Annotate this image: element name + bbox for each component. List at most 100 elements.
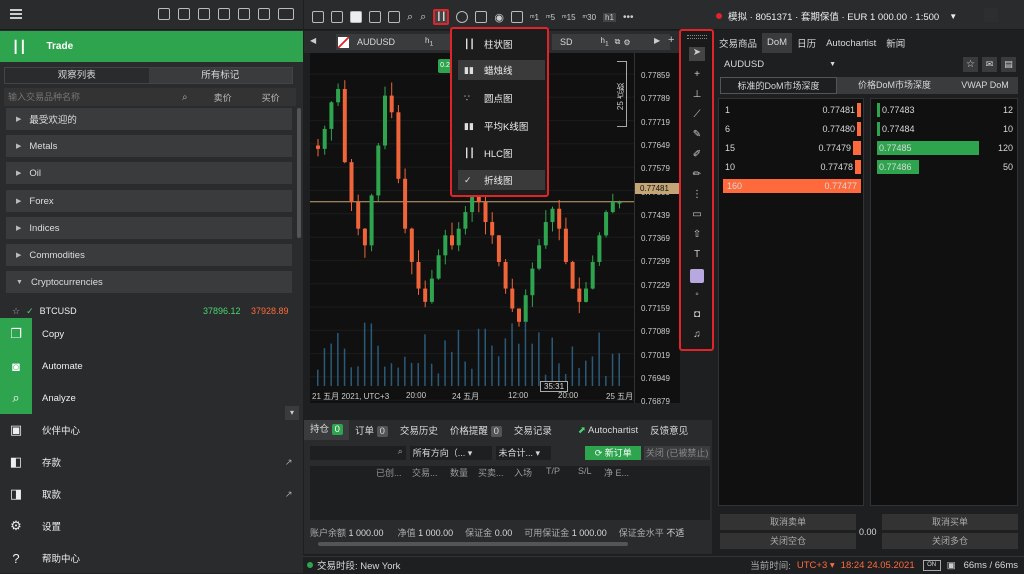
sell-row[interactable]: 1 0.77481 [725, 103, 861, 117]
trade-nav-item[interactable]: ┃┃ Trade [0, 31, 303, 62]
column-header[interactable]: 数量 [450, 466, 478, 480]
menu-item-candlestick[interactable]: ▮▮ 蜡烛线 [458, 60, 545, 80]
menu-item-bar[interactable]: ┃┃ 柱状图 [458, 34, 545, 54]
timeframe-m5[interactable]: ᵐ5 [546, 13, 555, 22]
multi-chart-icon[interactable] [369, 11, 381, 23]
nav-withdraw[interactable]: ◨ 取款 ↗ [0, 478, 303, 510]
toolbar-grip[interactable] [687, 35, 707, 39]
nav-help[interactable]: ? 帮助中心 [0, 542, 303, 574]
category-commodities[interactable]: ▶ Commodities [6, 244, 292, 266]
cancel-buy-button[interactable]: 取消买单 [882, 514, 1018, 530]
hamburger-menu-icon[interactable] [10, 9, 22, 19]
tab-history[interactable]: 交易历史 [394, 423, 444, 437]
tab-scroll-right-icon[interactable]: ▶ [654, 36, 660, 45]
tab-journal[interactable]: 交易记录 [508, 423, 558, 437]
close-short-button[interactable]: 关闭空仓 [720, 533, 856, 549]
nav-automate[interactable]: ◙ Automate [0, 350, 303, 382]
timeframe-m30[interactable]: ᵐ30 [583, 13, 597, 22]
symbol-row-btcusd[interactable]: ☆ ✓ BTCUSD 37896.12 37928.89 [0, 304, 303, 318]
category-crypto[interactable]: ▼ Cryptocurrencies [6, 271, 292, 293]
cursor-icon[interactable]: ➤ [689, 47, 705, 61]
category-forex[interactable]: ▶ Forex [6, 190, 292, 212]
zoom-in-icon[interactable]: ⌕ [407, 11, 413, 24]
tab-calendar[interactable]: 日历 [792, 36, 821, 50]
sell-row[interactable]: 15 0.77479 [725, 141, 861, 155]
autochartist-button[interactable]: ⬈ Autochartist [578, 425, 638, 436]
indicators-icon[interactable] [456, 11, 469, 23]
rectangle-icon[interactable]: ▭ [689, 209, 705, 223]
tab-price-dom[interactable]: 价格DoM市场深度 [837, 77, 952, 94]
sell-row[interactable]: 10 0.77478 [725, 160, 861, 174]
column-header[interactable]: 净 E... [604, 466, 644, 480]
alert-bell-icon[interactable]: ♫ [689, 329, 705, 343]
horizontal-scrollbar[interactable] [318, 542, 628, 546]
color-swatch[interactable] [690, 269, 704, 283]
text-icon[interactable]: T [689, 249, 705, 263]
tab-watchlist[interactable]: 观察列表 [5, 68, 149, 83]
camera-icon[interactable]: ◘ [689, 309, 705, 323]
grid-chart-icon[interactable] [388, 11, 400, 23]
column-header[interactable]: T/P [546, 466, 578, 480]
menu-item-dot[interactable]: ∵ 圆点图 [458, 88, 545, 108]
cancel-sell-button[interactable]: 取消卖单 [720, 514, 856, 530]
tab-all-symbols[interactable]: 所有标记 [148, 68, 292, 83]
close-all-button[interactable]: 关闭 (已被禁止) [644, 445, 710, 460]
tab-alerts[interactable]: 价格提醒 0 [444, 423, 508, 437]
favorite-star-icon[interactable]: ☆ [963, 57, 978, 72]
account-info[interactable]: 模拟 · 8051371 · 套期保值 · EUR 1 000.00 · 1:5… [716, 9, 957, 23]
category-indices[interactable]: ▶ Indices [6, 217, 292, 239]
new-order-button[interactable]: ⟳ 新订单 [585, 445, 642, 460]
chart-tab-audusd[interactable]: AUDUSD h1 [336, 34, 454, 50]
tab-autochartist[interactable]: Autochartist [821, 38, 881, 49]
chat-icon[interactable]: ▣ [947, 560, 956, 571]
mail-icon[interactable]: ✉ [982, 57, 997, 72]
measure-icon[interactable]: ⊥ [689, 89, 705, 103]
fibonacci-icon[interactable]: ⋮ [689, 189, 705, 203]
buy-row[interactable]: 0.77486 50 [877, 160, 1013, 174]
column-header[interactable]: 已创... [376, 466, 412, 480]
tab-scroll-left-icon[interactable]: ◀ [310, 36, 316, 45]
category-metals[interactable]: ▶ Metals [6, 135, 292, 157]
pencil-icon[interactable]: ✏ [689, 169, 705, 183]
toggle-switch[interactable]: ON [922, 559, 941, 571]
tab-vwap-dom[interactable]: VWAP DoM [952, 77, 1018, 94]
direction-select[interactable]: 所有方向（... ▾ [409, 445, 492, 460]
close-long-button[interactable]: 关闭多仓 [882, 533, 1018, 549]
tab-news[interactable]: 新闻 [881, 36, 910, 50]
screenshot-icon[interactable] [238, 8, 250, 20]
scrollbar[interactable] [297, 108, 301, 238]
sell-row-best[interactable]: 160 0.77477 [723, 179, 861, 193]
nav-partner[interactable]: ▣ 伙伴中心 [0, 414, 303, 446]
symbol-search-input[interactable] [4, 89, 184, 105]
pnl-select[interactable]: 未合计... ▾ [495, 445, 552, 460]
chevron-down-icon[interactable]: ▼ [949, 12, 957, 21]
star-icon[interactable]: ☆ [12, 306, 20, 317]
arrow-up-icon[interactable]: ⇧ [689, 229, 705, 243]
buy-row[interactable]: 0.77483 12 [877, 103, 1013, 117]
category-oil[interactable]: ▶ Oil [6, 162, 292, 184]
buy-row[interactable]: 0.77485 120 [877, 141, 1013, 155]
buy-row[interactable]: 0.77484 10 [877, 122, 1013, 136]
eye-icon[interactable]: ◉ [494, 11, 504, 24]
column-header[interactable]: S/L [578, 466, 604, 480]
column-header[interactable]: 入场 [514, 466, 546, 480]
add-chart-icon[interactable]: + [668, 34, 674, 46]
menu-item-heikin-ashi[interactable]: ▮▮ 平均K线图 [458, 116, 545, 136]
nav-analyze[interactable]: ⌕ Analyze [0, 382, 303, 414]
column-header[interactable]: 买卖... [478, 466, 514, 480]
menu-item-line[interactable]: ✓ 折线图 [458, 170, 545, 190]
nav-settings[interactable]: ⚙ 设置 [0, 510, 303, 542]
timeframe-h1[interactable]: h1 [603, 12, 616, 22]
avatar[interactable] [984, 8, 998, 22]
zoom-out-icon[interactable]: ⌕ [420, 11, 426, 24]
column-header[interactable]: 交易... [412, 466, 450, 480]
single-chart-icon[interactable] [350, 11, 362, 23]
mail-icon[interactable] [158, 8, 170, 20]
layout-icon[interactable] [331, 11, 343, 23]
chart-tab-2[interactable]: SD h1 ⧉ ⚙ [552, 34, 670, 50]
keyboard-icon[interactable] [198, 8, 210, 20]
fullscreen-icon[interactable] [218, 8, 230, 20]
clock-icon[interactable] [278, 8, 294, 20]
tab-symbols[interactable]: 交易商品 [714, 36, 762, 50]
settings-icon[interactable] [178, 8, 190, 20]
